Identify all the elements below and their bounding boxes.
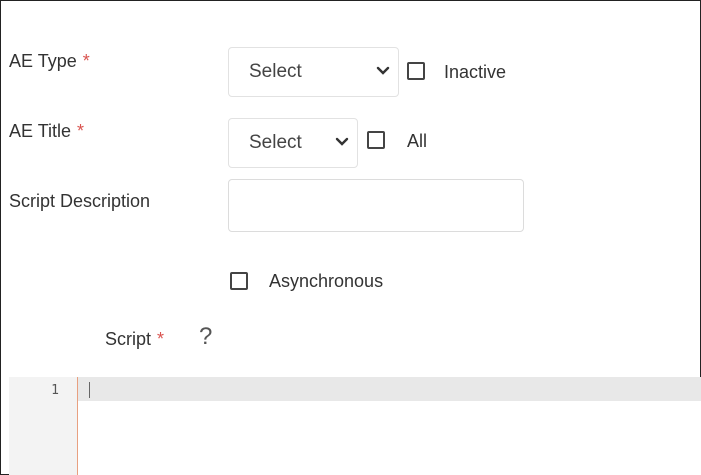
script-description-input[interactable] xyxy=(228,179,524,232)
chevron-down-icon xyxy=(376,66,390,75)
script-label-text: Script xyxy=(105,329,152,349)
asynchronous-checkbox-label: Asynchronous xyxy=(269,271,384,291)
ae-type-select[interactable]: Select xyxy=(228,47,399,97)
ae-title-label-text: AE Title xyxy=(9,121,72,141)
line-number: 1 xyxy=(51,383,59,398)
help-icon[interactable]: ? xyxy=(199,323,212,351)
ae-title-select[interactable]: Select xyxy=(228,118,358,168)
editor-active-line xyxy=(78,377,701,401)
all-checkbox-label: All xyxy=(407,131,428,151)
editor-gutter: 1 xyxy=(9,377,78,475)
form-frame: AE Type * Select Inactive AE Title * Selec… xyxy=(0,0,701,475)
script-code-editor[interactable]: 1 xyxy=(9,377,701,475)
all-checkbox[interactable] xyxy=(367,131,385,149)
ae-type-label-text: AE Type xyxy=(9,51,77,71)
inactive-checkbox-label: Inactive xyxy=(444,62,507,82)
required-asterisk: * xyxy=(77,121,85,141)
ae-type-select-value: Select xyxy=(249,61,302,82)
ae-type-label: AE Type * xyxy=(9,51,90,72)
editor-cursor xyxy=(89,382,90,398)
chevron-down-icon xyxy=(335,137,349,146)
asynchronous-checkbox[interactable] xyxy=(230,272,248,290)
inactive-checkbox[interactable] xyxy=(407,62,425,80)
script-label: Script * xyxy=(105,329,164,350)
required-asterisk: * xyxy=(82,51,90,71)
ae-title-label: AE Title * xyxy=(9,121,84,142)
ae-title-select-value: Select xyxy=(249,132,302,153)
script-description-label: Script Description xyxy=(9,191,151,211)
required-asterisk: * xyxy=(157,329,165,349)
